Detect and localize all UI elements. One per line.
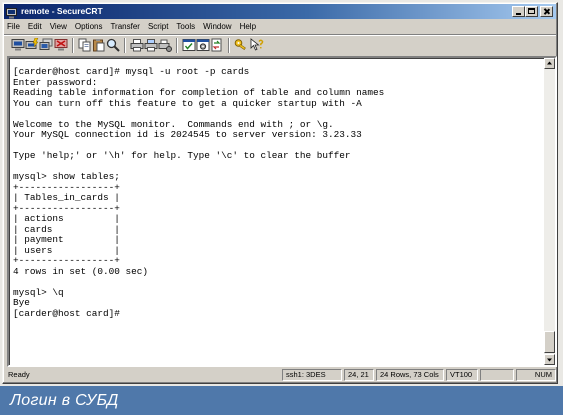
menu-options[interactable]: Options — [74, 20, 104, 33]
toolbar — [4, 34, 556, 55]
status-cursor-position: 24, 21 — [344, 369, 374, 381]
quick-connect-icon[interactable] — [25, 38, 39, 52]
terminal-line: You can turn off this feature to get a q… — [13, 97, 362, 109]
caption-text: Логин в СУБД — [10, 392, 119, 409]
terminal-line: | actions | — [13, 213, 120, 224]
print-setup-icon[interactable] — [158, 38, 172, 52]
status-caps-panel — [480, 369, 514, 381]
terminal-line: | Tables_in_cards | — [13, 192, 120, 203]
scroll-up-button[interactable] — [544, 58, 555, 69]
status-state: Ready — [8, 370, 30, 379]
terminal-view[interactable]: [carder@host card]# mysql -u root -p car… — [7, 56, 557, 367]
figure-caption: Логин в СУБД — [0, 386, 563, 415]
minimize-button[interactable] — [512, 6, 525, 17]
help-icon[interactable] — [250, 38, 264, 52]
disconnect-icon[interactable] — [54, 38, 68, 52]
title-bar[interactable]: remote - SecureCRT — [4, 4, 556, 19]
session-options-icon[interactable] — [182, 38, 196, 52]
menu-view[interactable]: View — [49, 20, 68, 33]
terminal-line: mysql> \q — [13, 286, 64, 298]
menu-edit[interactable]: Edit — [27, 20, 43, 33]
menu-bar: File Edit View Options Transfer Script T… — [6, 20, 257, 33]
maximize-icon — [528, 8, 535, 14]
window-title: remote - SecureCRT — [21, 6, 103, 16]
toolbar-separator — [124, 38, 126, 53]
arrow-up-icon — [547, 61, 552, 65]
sftp-icon[interactable] — [210, 38, 224, 52]
paste-icon[interactable] — [92, 38, 106, 52]
keymap-icon[interactable] — [234, 38, 248, 52]
toolbar-separator — [228, 38, 230, 53]
terminal-line: 4 rows in set (0.00 sec) — [13, 265, 149, 277]
menu-help[interactable]: Help — [239, 20, 257, 33]
status-dimensions: 24 Rows, 73 Cols — [376, 369, 444, 381]
terminal-line: Bye — [13, 297, 30, 308]
menu-tools[interactable]: Tools — [175, 20, 196, 33]
status-cipher: ssh1: 3DES — [282, 369, 342, 381]
connect-icon[interactable] — [11, 38, 25, 52]
arrow-down-icon — [547, 358, 552, 362]
terminal-line: Type 'help;' or '\h' for help. Type '\c'… — [13, 150, 351, 161]
terminal-app-icon[interactable] — [6, 6, 17, 19]
terminal-line: [carder@host card]# mysql -u root -p car… — [13, 66, 250, 77]
toolbar-separator — [72, 38, 74, 53]
print-selection-icon[interactable] — [144, 38, 158, 52]
menu-transfer[interactable]: Transfer — [109, 20, 141, 33]
terminal-output: [carder@host card]# mysql -u root -p car… — [13, 66, 385, 319]
terminal-line: +-----------------+ — [13, 255, 120, 266]
global-options-icon[interactable] — [196, 38, 210, 52]
copy-icon[interactable] — [78, 38, 92, 52]
print-icon[interactable] — [130, 38, 144, 52]
terminal-line: [carder@host card]# — [13, 307, 120, 319]
status-emulation: VT100 — [446, 369, 478, 381]
vertical-scrollbar[interactable] — [544, 58, 555, 365]
menu-window[interactable]: Window — [202, 20, 232, 33]
scroll-down-button[interactable] — [544, 354, 555, 365]
connect-in-tab-icon[interactable] — [39, 38, 53, 52]
terminal-line: mysql> show tables; — [13, 171, 120, 182]
find-icon[interactable] — [106, 38, 120, 52]
terminal-line: Your MySQL connection id is 2024545 to s… — [13, 129, 362, 140]
status-num-lock: NUM — [516, 369, 556, 381]
menu-script[interactable]: Script — [147, 20, 169, 33]
toolbar-separator — [176, 38, 178, 53]
terminal-line: | payment | — [13, 234, 120, 245]
scrollbar-thumb[interactable] — [544, 331, 555, 353]
maximize-button[interactable] — [525, 6, 538, 17]
menu-file[interactable]: File — [6, 20, 21, 33]
minimize-icon — [516, 13, 521, 15]
status-bar: Ready ssh1: 3DES 24, 21 24 Rows, 73 Cols… — [4, 369, 556, 381]
close-button[interactable] — [540, 6, 553, 17]
terminal-line: Reading table information for completion… — [13, 87, 385, 98]
